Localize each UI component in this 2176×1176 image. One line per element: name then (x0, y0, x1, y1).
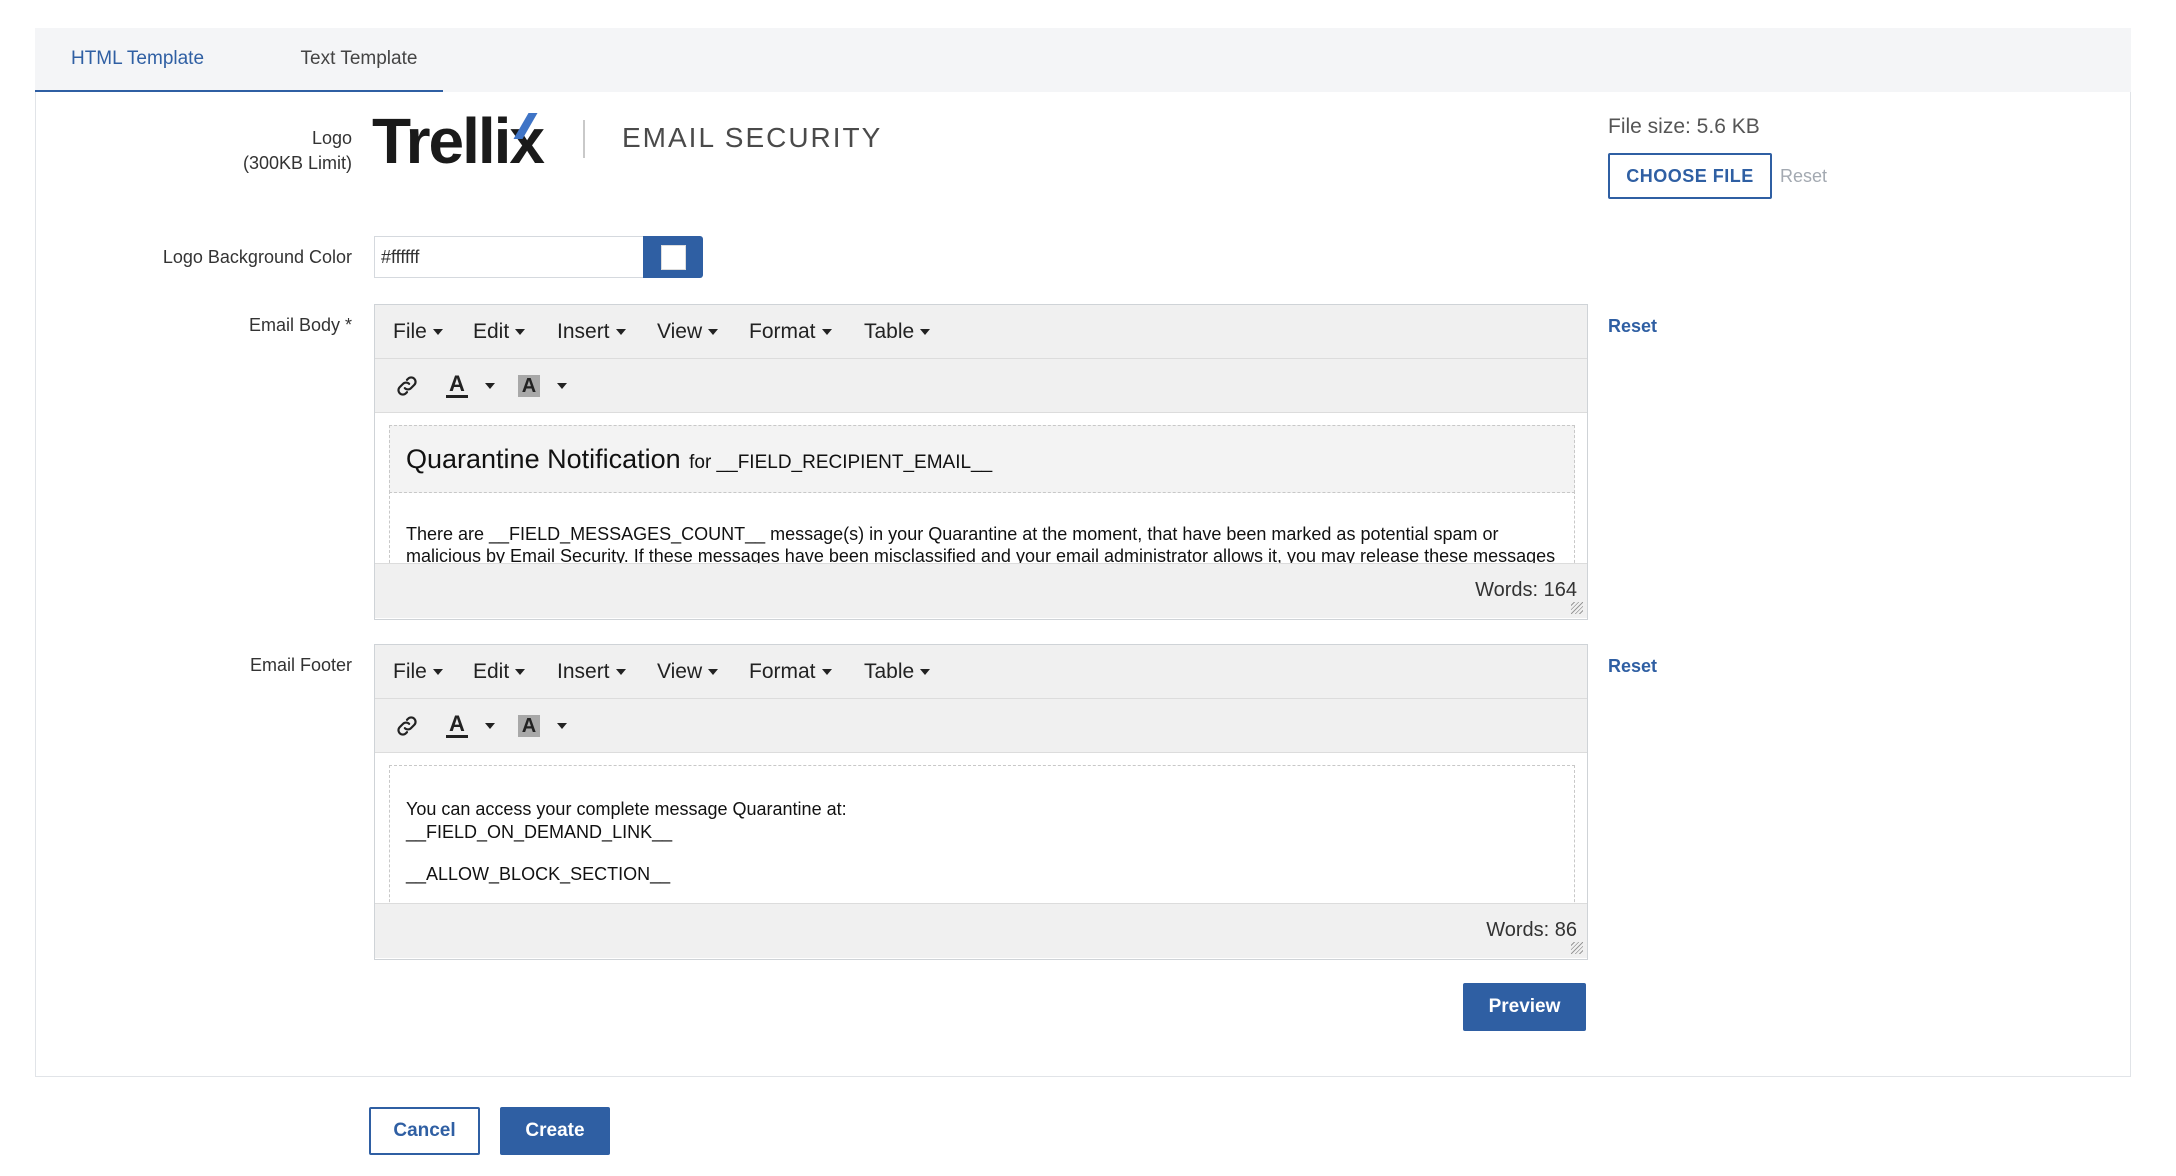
notification-recipient: for __FIELD_RECIPIENT_EMAIL__ (689, 452, 993, 473)
tab-label: HTML Template (70, 48, 205, 69)
menu-edit[interactable]: Edit (473, 645, 526, 698)
email-footer-reset-link[interactable]: Reset (1608, 656, 1657, 677)
background-color-dropdown[interactable] (547, 359, 571, 412)
background-color-dropdown[interactable] (547, 699, 571, 752)
email-footer-content[interactable]: You can access your complete message Qua… (375, 753, 1587, 903)
email-body-content[interactable]: Quarantine Notification for __FIELD_RECI… (375, 413, 1587, 563)
caret-down-icon (557, 722, 567, 729)
body-text-block: There are __FIELD_MESSAGES_COUNT__ messa… (389, 491, 1575, 563)
background-color-icon[interactable]: A (511, 359, 547, 412)
logo-divider (583, 120, 585, 158)
caret-down-icon (615, 329, 626, 336)
word-count: Words: 86 (1486, 919, 1577, 941)
link-icon[interactable] (387, 359, 427, 412)
menu-view[interactable]: View (657, 645, 719, 698)
caret-down-icon (821, 329, 832, 336)
caret-down-icon (515, 669, 526, 676)
caret-down-icon (485, 382, 495, 389)
menu-edit[interactable]: Edit (473, 305, 526, 358)
text-color-icon[interactable]: A (439, 359, 475, 412)
body-paragraph-line: There are __FIELD_MESSAGES_COUNT__ messa… (406, 524, 1499, 544)
editor-menubar: File Edit Insert View Format Table (375, 305, 1587, 359)
caret-down-icon (557, 382, 567, 389)
file-size-text: File size: 5.6 KB (1608, 115, 1760, 138)
template-tabs: HTML Template Text Template (35, 28, 2131, 94)
email-footer-editor: File Edit Insert View Format Table A A Y… (374, 644, 1588, 960)
menu-format[interactable]: Format (749, 305, 832, 358)
caret-down-icon (485, 722, 495, 729)
logo-label: Logo (311, 128, 352, 148)
footer-line: __ALLOW_BLOCK_SECTION__ (406, 864, 671, 884)
choose-file-button[interactable]: CHOOSE FILE (1608, 153, 1772, 199)
caret-down-icon (515, 329, 526, 336)
menu-table[interactable]: Table (864, 645, 931, 698)
caret-down-icon (920, 669, 931, 676)
text-color-icon[interactable]: A (439, 699, 475, 752)
menu-file[interactable]: File (393, 305, 443, 358)
trellix-logo: Trellix (372, 105, 545, 177)
menu-insert[interactable]: Insert (557, 305, 626, 358)
caret-down-icon (432, 669, 443, 676)
resize-handle-icon[interactable] (1571, 942, 1583, 954)
caret-down-icon (708, 669, 719, 676)
logo-reset-link[interactable]: Reset (1780, 166, 1827, 187)
email-body-editor: File Edit Insert View Format Table A A Q… (374, 304, 1588, 620)
footer-line: You can access your complete message Qua… (406, 799, 847, 819)
background-color-icon[interactable]: A (511, 699, 547, 752)
menu-file[interactable]: File (393, 645, 443, 698)
caret-down-icon (432, 329, 443, 336)
footer-text-block: You can access your complete message Qua… (389, 765, 1575, 903)
menu-insert[interactable]: Insert (557, 645, 626, 698)
body-header-block: Quarantine Notification for __FIELD_RECI… (389, 425, 1575, 493)
logo-limit-label: (300KB Limit) (242, 153, 352, 173)
body-paragraph-line: malicious by Email Security. If these me… (406, 546, 1556, 563)
email-body-label: Email Body * (248, 315, 352, 335)
create-button[interactable]: Create (500, 1107, 610, 1155)
color-picker-button[interactable] (643, 236, 703, 278)
footer-line: __FIELD_ON_DEMAND_LINK__ (406, 822, 673, 842)
logo-bg-color-label: Logo Background Color (162, 247, 352, 267)
logo-product-name: EMAIL SECURITY (622, 122, 883, 153)
caret-down-icon (821, 669, 832, 676)
email-body-reset-link[interactable]: Reset (1608, 316, 1657, 337)
editor-statusbar: Words: 164 (375, 563, 1587, 618)
menu-view[interactable]: View (657, 305, 719, 358)
text-color-dropdown[interactable] (475, 699, 499, 752)
tab-text-template[interactable]: Text Template (240, 28, 478, 92)
editor-menubar: File Edit Insert View Format Table (375, 645, 1587, 699)
caret-down-icon (708, 329, 719, 336)
word-count: Words: 164 (1475, 579, 1577, 601)
notification-title: Quarantine Notification (406, 444, 681, 474)
logo-bg-color-input[interactable]: #ffffff (374, 236, 644, 278)
email-footer-label: Email Footer (249, 655, 352, 675)
tab-label: Text Template (300, 48, 418, 69)
link-icon[interactable] (387, 699, 427, 752)
menu-format[interactable]: Format (749, 645, 832, 698)
editor-statusbar: Words: 86 (375, 903, 1587, 958)
cancel-button[interactable]: Cancel (369, 1107, 480, 1155)
resize-handle-icon[interactable] (1571, 602, 1583, 614)
editor-toolbar: A A (375, 359, 1587, 413)
menu-table[interactable]: Table (864, 305, 931, 358)
color-swatch-icon (661, 245, 686, 270)
caret-down-icon (920, 329, 931, 336)
editor-toolbar: A A (375, 699, 1587, 753)
preview-button[interactable]: Preview (1463, 983, 1586, 1031)
text-color-dropdown[interactable] (475, 359, 499, 412)
tab-html-template[interactable]: HTML Template (35, 28, 240, 92)
caret-down-icon (615, 669, 626, 676)
